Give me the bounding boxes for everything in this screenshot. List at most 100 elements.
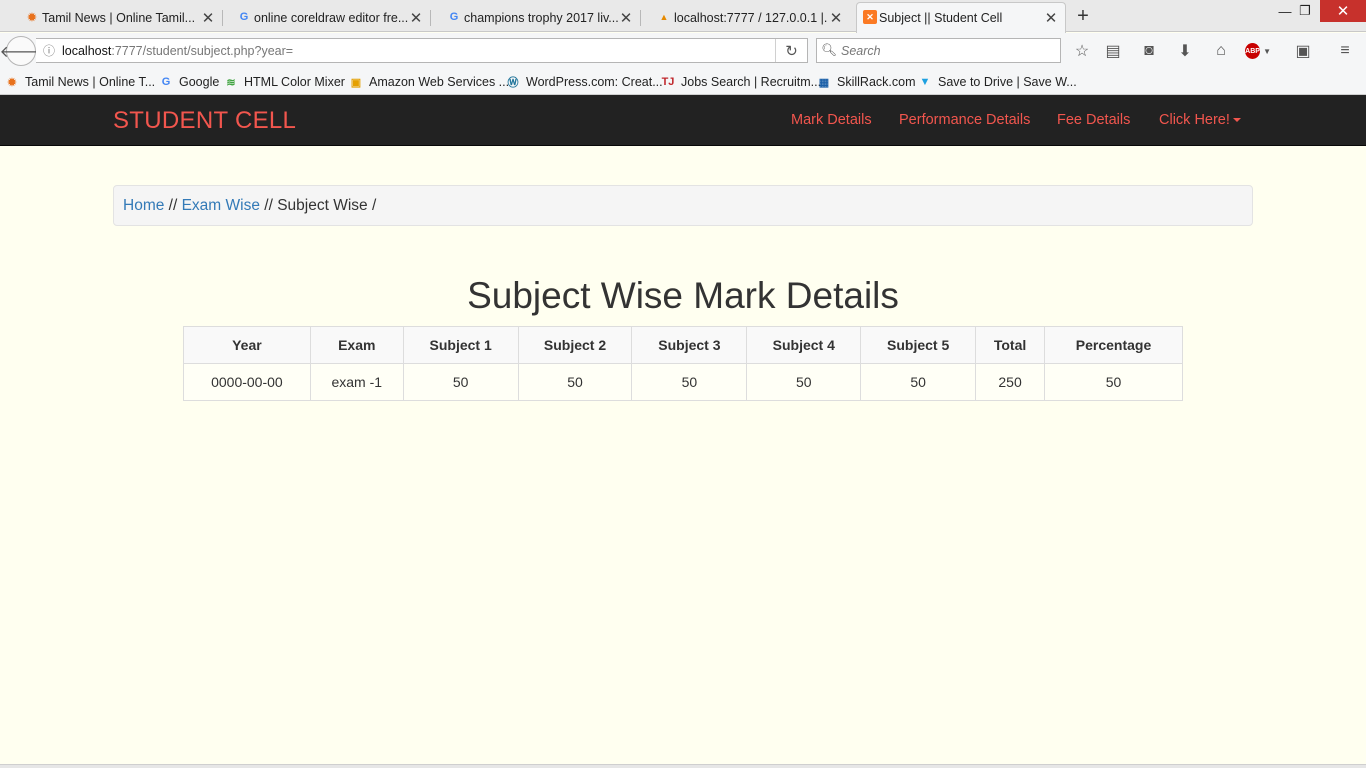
search-input[interactable]: 🔍︎ Search [816, 38, 1061, 63]
table-row: 0000-00-00 exam -1 50 50 50 50 50 250 50 [183, 363, 1183, 401]
adblock-icon: ABP [1245, 43, 1261, 59]
tj-icon: TJ [661, 76, 675, 88]
info-icon[interactable]: ⓘ [36, 42, 62, 59]
bookmark-item[interactable]: ▣ Amazon Web Services ... [348, 73, 509, 91]
bookmarks-bar: ✹ Tamil News | Online T... G Google ≋ HT… [0, 69, 1366, 95]
site-brand[interactable]: STUDENT CELL [113, 107, 296, 135]
nav-performance-details[interactable]: Performance Details [899, 112, 1030, 128]
drive-icon: ▼ [919, 76, 931, 88]
sun-icon: ✹ [27, 11, 37, 24]
wordpress-icon: Ⓦ [507, 77, 519, 89]
cell-exam: exam -1 [309, 363, 404, 401]
cell-percentage: 50 [1044, 363, 1183, 401]
tab-separator [222, 10, 223, 26]
browser-tab[interactable]: G online coreldraw editor fre... ✕ [232, 3, 431, 32]
reload-icon[interactable]: ↻ [775, 39, 807, 62]
column-header-total: Total [975, 326, 1046, 364]
bookmark-item[interactable]: ▦ SkillRack.com [816, 73, 916, 91]
pocket-icon[interactable]: ◙ [1136, 38, 1162, 64]
page-title: Subject Wise Mark Details [467, 275, 899, 316]
xampp-icon: ✕ [863, 10, 877, 24]
bookmark-label: SkillRack.com [837, 75, 916, 89]
breadcrumb-exam-wise[interactable]: Exam Wise [182, 197, 260, 214]
bookmark-label: Jobs Search | Recruitm... [681, 75, 822, 89]
browser-tab-active[interactable]: ✕ Subject || Student Cell ✕ [856, 2, 1066, 33]
site-navbar: STUDENT CELL Mark Details Performance De… [0, 95, 1366, 146]
url-text: localhost:7777/student/subject.php?year= [62, 44, 293, 58]
google-icon: G [161, 76, 171, 88]
cell-subject-5: 50 [860, 363, 977, 401]
chevron-down-icon: ▼ [1263, 46, 1271, 56]
adblock-button[interactable]: ABP ▼ [1245, 38, 1271, 64]
close-window-icon[interactable]: ✕ [1320, 0, 1366, 22]
tab-title: online coreldraw editor fre... [254, 10, 408, 25]
bookmark-item[interactable]: G Google [158, 73, 220, 91]
extension-icon[interactable]: ▣ [1290, 38, 1316, 64]
marks-table: Year Exam Subject 1 Subject 2 Subject 3 … [183, 326, 1183, 401]
status-bar [0, 764, 1366, 768]
bookmark-label: Save to Drive | Save W... [938, 75, 1077, 89]
nav-fee-details[interactable]: Fee Details [1057, 112, 1130, 128]
bookmark-label: HTML Color Mixer [244, 75, 345, 89]
column-header-year: Year [183, 326, 311, 364]
breadcrumb: Home // Exam Wise // Subject Wise / [113, 185, 1253, 226]
column-header-subject-4: Subject 4 [746, 326, 862, 364]
bookmark-star-icon[interactable]: ☆ [1069, 38, 1095, 64]
tab-separator [640, 10, 641, 26]
phpmyadmin-icon: ▲ [659, 12, 669, 22]
bookmark-label: WordPress.com: Creat... [526, 75, 663, 89]
close-tab-icon[interactable]: ✕ [408, 9, 424, 27]
close-tab-icon[interactable]: ✕ [828, 9, 844, 27]
bookmark-item[interactable]: Ⓦ WordPress.com: Creat... [505, 73, 663, 91]
column-header-exam: Exam [309, 326, 404, 364]
tab-separator [430, 10, 431, 26]
nav-click-here-dropdown[interactable]: Click Here! [1159, 112, 1241, 128]
menu-icon[interactable]: ≡ [1332, 38, 1358, 64]
url-bar[interactable]: ⓘ localhost:7777/student/subject.php?yea… [36, 38, 808, 63]
cell-subject-2: 50 [517, 363, 633, 401]
reading-list-icon[interactable]: ▤ [1100, 38, 1126, 64]
cell-subject-3: 50 [631, 363, 748, 401]
home-icon[interactable]: ⌂ [1208, 38, 1234, 64]
breadcrumb-separator: // [164, 197, 182, 214]
google-icon: G [239, 11, 249, 23]
tab-title: Subject || Student Cell [879, 11, 1003, 25]
browser-tab[interactable]: ✹ Tamil News | Online Tamil... ✕ [20, 3, 223, 32]
table-header-row: Year Exam Subject 1 Subject 2 Subject 3 … [183, 326, 1183, 364]
browser-tab[interactable]: ▲ localhost:7777 / 127.0.0.1 |... ✕ [652, 3, 850, 32]
cell-subject-4: 50 [746, 363, 862, 401]
bookmark-label: Amazon Web Services ... [369, 75, 510, 89]
cell-year: 0000-00-00 [183, 363, 311, 401]
close-tab-icon[interactable]: ✕ [200, 9, 216, 27]
breadcrumb-home[interactable]: Home [123, 197, 164, 214]
back-button[interactable]: 🡐 [0, 36, 42, 66]
dropdown-label: Click Here! [1159, 112, 1230, 128]
close-tab-icon[interactable]: ✕ [1043, 9, 1059, 27]
bookmark-item[interactable]: ✹ Tamil News | Online T... [4, 73, 155, 91]
column-header-subject-1: Subject 1 [402, 326, 519, 364]
bookmark-label: Google [179, 75, 220, 89]
column-header-subject-3: Subject 3 [631, 326, 748, 364]
bookmark-item[interactable]: TJ Jobs Search | Recruitm... [660, 73, 822, 91]
search-placeholder: Search [841, 43, 881, 58]
new-tab-button[interactable]: + [1073, 5, 1093, 28]
bookmark-item[interactable]: ▼ Save to Drive | Save W... [917, 73, 1077, 91]
tab-title: localhost:7777 / 127.0.0.1 |... [674, 10, 828, 25]
google-icon: G [449, 11, 459, 23]
breadcrumb-current: Subject Wise / [277, 197, 377, 214]
close-tab-icon[interactable]: ✕ [618, 9, 634, 27]
nav-mark-details[interactable]: Mark Details [791, 112, 872, 128]
column-header-subject-5: Subject 5 [860, 326, 977, 364]
breadcrumb-separator: // [259, 197, 278, 214]
tab-title: Tamil News | Online Tamil... [42, 10, 196, 25]
bookmark-item[interactable]: ≋ HTML Color Mixer [223, 73, 345, 91]
cell-subject-1: 50 [402, 363, 519, 401]
url-path: :7777/student/subject.php?year= [111, 43, 294, 58]
browser-tab[interactable]: G champions trophy 2017 liv... ✕ [442, 3, 641, 32]
browser-tab-strip: ✹ Tamil News | Online Tamil... ✕ G onlin… [0, 0, 1366, 33]
column-header-subject-2: Subject 2 [517, 326, 633, 364]
box-icon: ▣ [350, 76, 362, 89]
download-icon[interactable]: ⬇ [1172, 38, 1198, 64]
skillrack-icon: ▦ [818, 76, 830, 89]
search-icon: 🔍︎ [821, 43, 837, 57]
